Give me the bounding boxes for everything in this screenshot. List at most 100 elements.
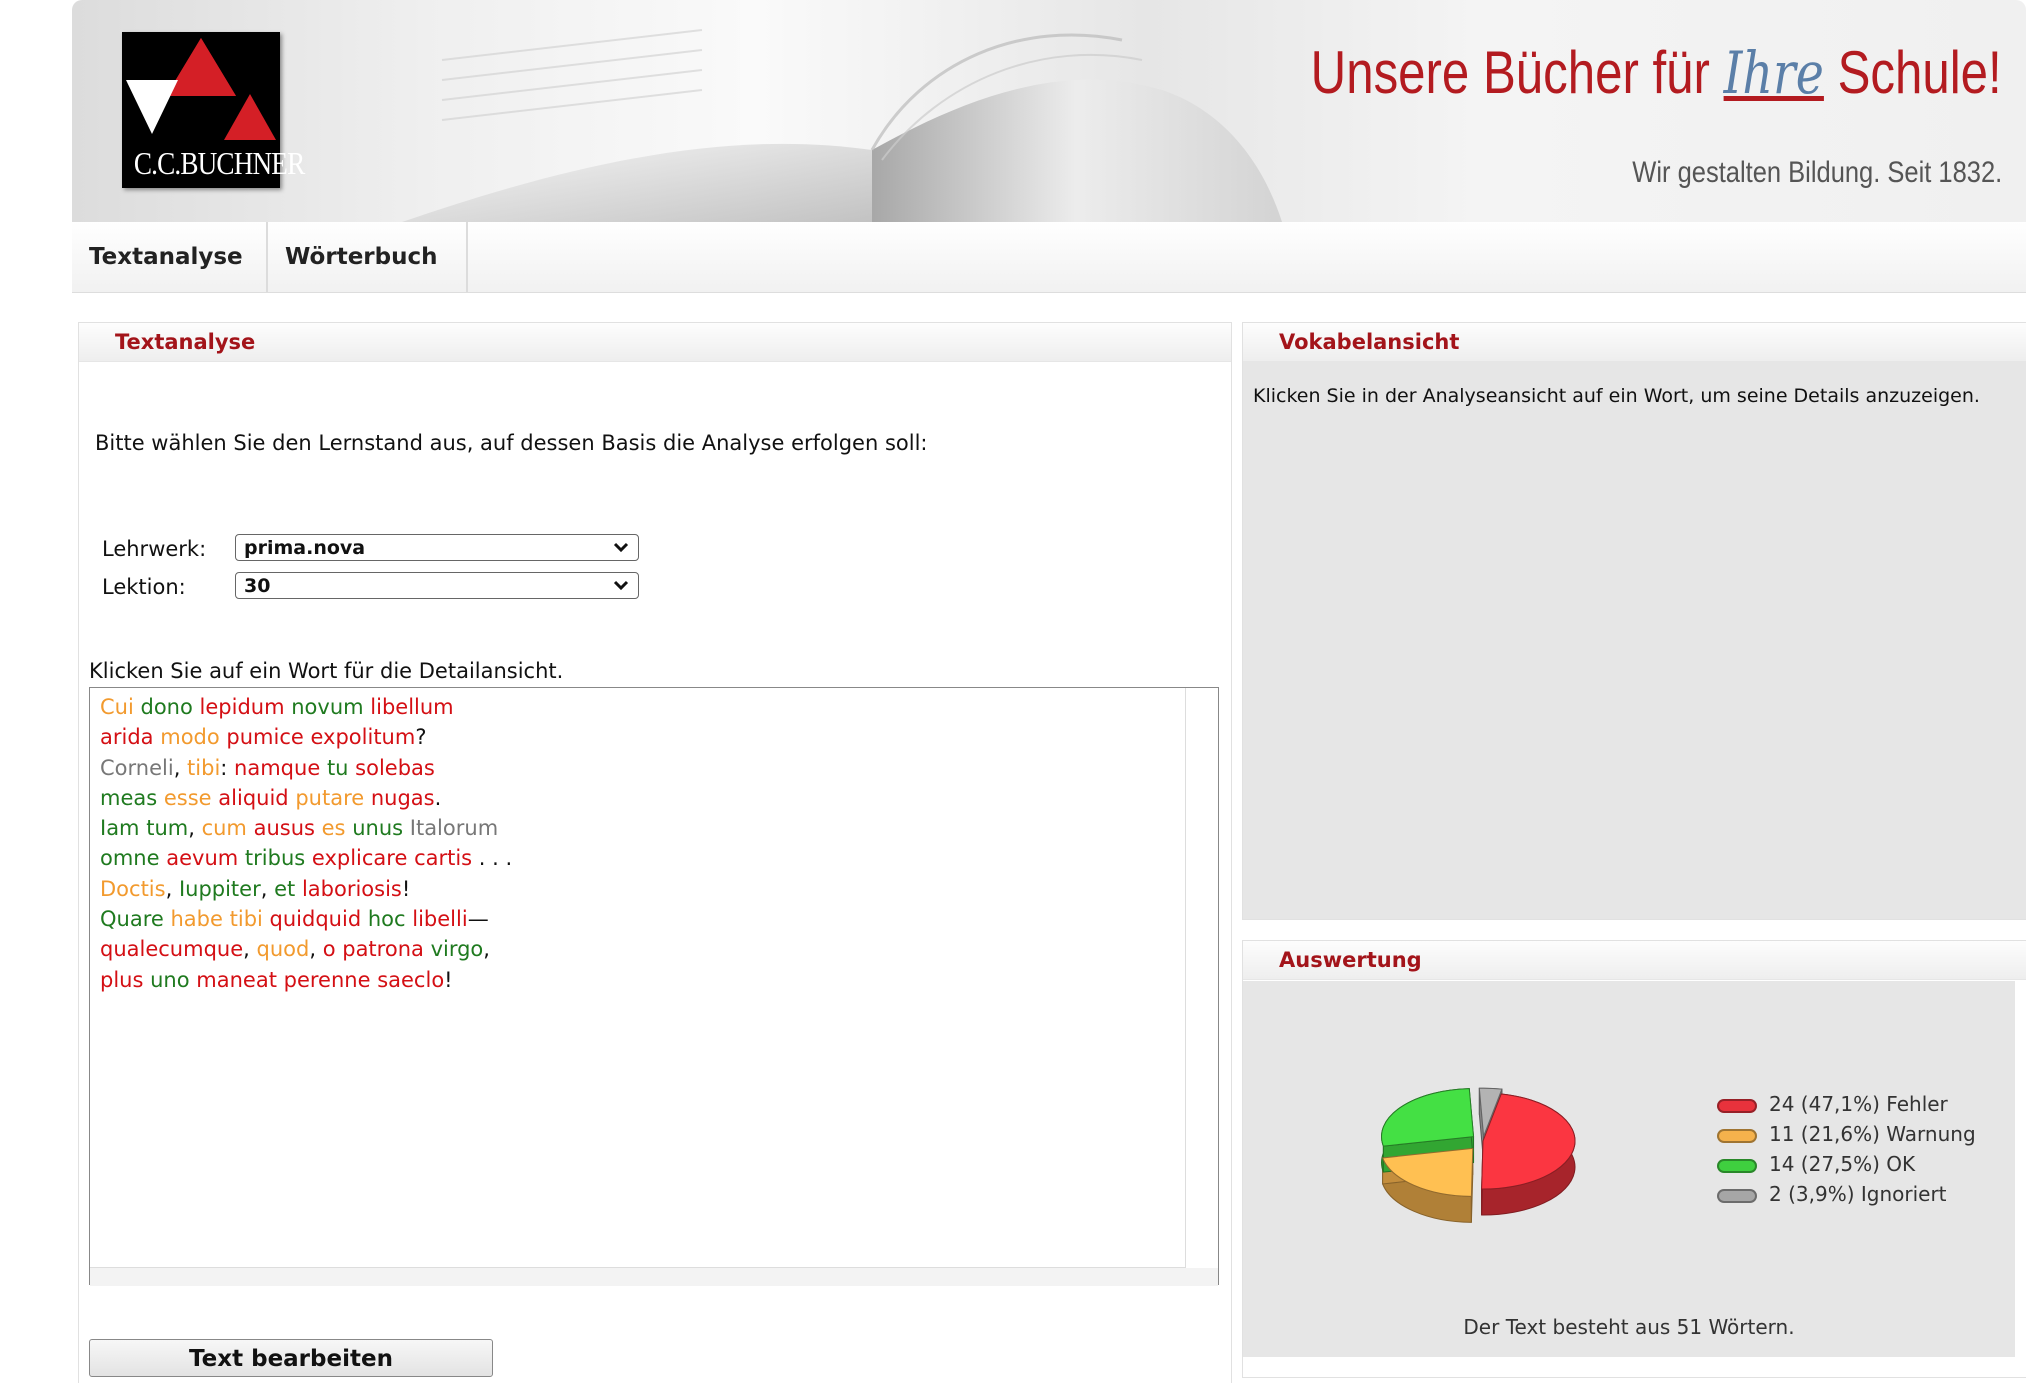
latin-word[interactable]: uno — [150, 968, 189, 992]
latin-word[interactable]: explicare — [312, 846, 407, 870]
chart-legend: 24 (47,1%) Fehler 11 (21,6%) Warnung 14 (2… — [1717, 1089, 1976, 1209]
punctuation: . — [434, 785, 442, 810]
latin-word[interactable]: aevum — [166, 846, 238, 870]
punctuation: , — [243, 937, 257, 962]
latin-word[interactable]: saeclo — [377, 968, 444, 992]
textanalyse-panel: Textanalyse Bitte wählen Sie den Lernsta… — [78, 322, 1232, 1383]
latin-word[interactable]: aliquid — [218, 786, 288, 810]
latin-word[interactable]: putare — [295, 786, 364, 810]
latin-word[interactable]: es — [322, 816, 346, 840]
latin-word[interactable]: tu — [327, 756, 349, 780]
latin-word[interactable]: meas — [100, 786, 157, 810]
latin-word[interactable]: libelli — [412, 907, 467, 931]
latin-word[interactable]: tibi — [187, 756, 220, 780]
legend-entry: 24 (47,1%) Fehler — [1717, 1089, 1976, 1119]
text-line: Cui dono lepidum novum libellum — [100, 692, 1175, 722]
lehrwerk-label: Lehrwerk: — [102, 537, 207, 561]
latin-word[interactable]: tribus — [245, 846, 305, 870]
analysis-text-area[interactable]: Cui dono lepidum novum libellum arida mod… — [89, 687, 1219, 1286]
latin-word[interactable]: expolitum — [311, 725, 416, 749]
latin-word[interactable]: Iam — [100, 816, 140, 840]
latin-word[interactable]: patrona — [342, 937, 424, 961]
legend-label: 2 (3,9%) Ignoriert — [1769, 1182, 1947, 1206]
latin-word[interactable]: qualecumque — [100, 937, 243, 961]
latin-word[interactable]: solebas — [355, 756, 435, 780]
text-line: omne aevum tribus explicare cartis . . . — [100, 843, 1175, 873]
latin-word[interactable]: unus — [352, 816, 403, 840]
auswertung-panel: Auswertung 24 (47,1%) Fehler 11 (21,6%) W… — [1242, 940, 2026, 1378]
latin-word[interactable]: hoc — [368, 907, 406, 931]
latin-word[interactable]: Doctis — [100, 877, 166, 901]
edit-text-button[interactable]: Text bearbeiten — [89, 1339, 493, 1377]
lektion-value: 30 — [244, 575, 271, 597]
punctuation: — — [467, 907, 489, 932]
vokabel-message: Klicken Sie in der Analyseansicht auf ei… — [1253, 385, 1980, 407]
punctuation: , — [188, 816, 202, 841]
punctuation: , — [260, 876, 275, 901]
latin-word[interactable]: o — [323, 937, 336, 961]
text-line: Corneli, tibi: namque tu solebas — [100, 753, 1175, 783]
latin-word[interactable]: modo — [160, 725, 219, 749]
latin-word[interactable]: libellum — [370, 695, 453, 719]
text-line: Quare habe tibi quidquid hoc libelli— — [100, 904, 1175, 934]
latin-word[interactable]: arida — [100, 725, 154, 749]
latin-word[interactable]: Iuppiter — [179, 877, 261, 901]
horizontal-scrollbar[interactable] — [90, 1268, 1218, 1286]
latin-word[interactable]: namque — [234, 756, 320, 780]
latin-word[interactable]: cum — [202, 816, 247, 840]
main-nav: Textanalyse Wörterbuch — [72, 222, 2026, 293]
latin-word[interactable]: laboriosis — [302, 877, 402, 901]
buchner-logo[interactable]: C.C.BUCHNER — [122, 32, 305, 188]
latin-word[interactable]: nugas — [371, 786, 435, 810]
legend-swatch — [1717, 1128, 1757, 1143]
latin-word[interactable]: tibi — [230, 907, 263, 931]
latin-word[interactable]: maneat — [196, 968, 277, 992]
auswertung-body: 24 (47,1%) Fehler 11 (21,6%) Warnung 14 (2… — [1243, 981, 2015, 1357]
latin-word[interactable]: tum — [146, 816, 188, 840]
latin-word[interactable]: Corneli — [100, 756, 174, 780]
latin-word[interactable]: habe — [171, 907, 223, 931]
lektion-select[interactable]: 30 — [235, 572, 639, 599]
latin-word[interactable]: perenne — [284, 968, 371, 992]
punctuation: : — [220, 755, 235, 780]
latin-word[interactable]: lepidum — [200, 695, 285, 719]
chevron-down-icon — [613, 542, 629, 553]
text-line: meas esse aliquid putare nugas. — [100, 783, 1175, 813]
lehrwerk-select[interactable]: prima.nova — [235, 534, 639, 561]
auswertung-panel-title: Auswertung — [1243, 941, 2026, 980]
latin-word[interactable]: Italorum — [410, 816, 498, 840]
tab-woerterbuch[interactable]: Wörterbuch — [268, 222, 468, 292]
slogan-part-2: Schule! — [1837, 39, 2002, 106]
analysis-text: Cui dono lepidum novum libellum arida mod… — [90, 688, 1186, 1268]
latin-word[interactable]: Cui — [100, 695, 134, 719]
latin-word[interactable]: Quare — [100, 907, 164, 931]
latin-word[interactable]: dono — [141, 695, 193, 719]
tab-textanalyse[interactable]: Textanalyse — [72, 222, 268, 292]
latin-word[interactable]: quidquid — [270, 907, 362, 931]
legend-swatch — [1717, 1158, 1757, 1173]
latin-word[interactable]: plus — [100, 968, 143, 992]
latin-word[interactable]: virgo — [431, 937, 484, 961]
latin-word[interactable]: novum — [291, 695, 363, 719]
latin-word[interactable]: ausus — [254, 816, 315, 840]
latin-word[interactable]: pumice — [226, 725, 303, 749]
lehrwerk-row: Lehrwerk: prima.nova — [102, 534, 639, 561]
latin-word[interactable]: esse — [164, 786, 212, 810]
latin-word[interactable]: cartis — [414, 846, 472, 870]
latin-word[interactable]: et — [274, 877, 295, 901]
site-header: C.C.BUCHNER Unsere Bücher für Ihre Schul… — [72, 0, 2026, 222]
latin-word[interactable]: quod — [257, 937, 310, 961]
text-line: Iam tum, cum ausus es unus Italorum — [100, 813, 1175, 843]
legend-label: 11 (21,6%) Warnung — [1769, 1122, 1976, 1146]
latin-word[interactable]: omne — [100, 846, 160, 870]
